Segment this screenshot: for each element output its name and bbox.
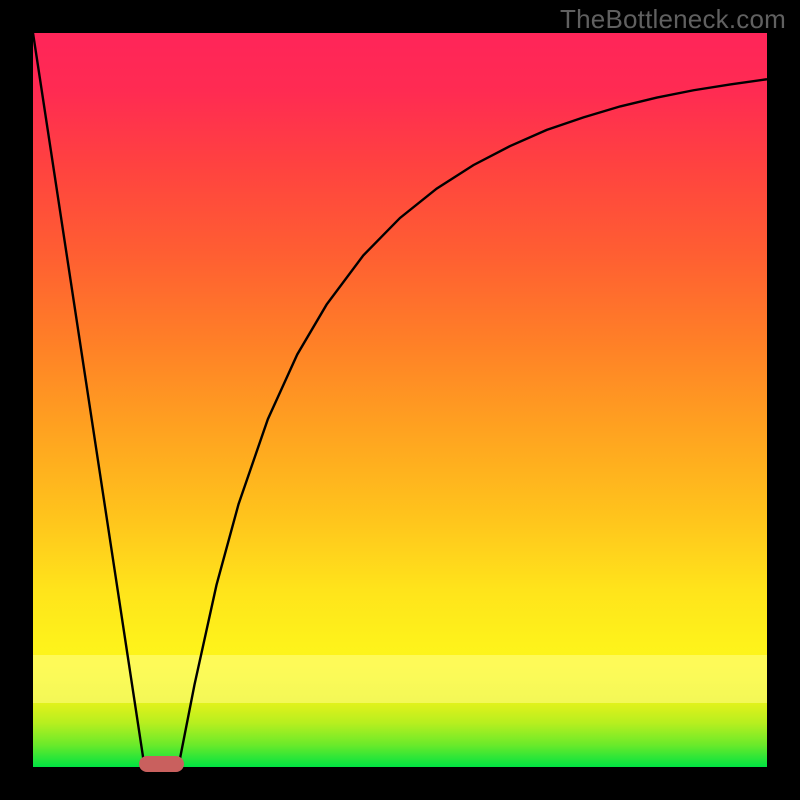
curve-svg <box>33 33 767 767</box>
series-left-linear <box>33 33 145 767</box>
series-right-curve <box>178 79 767 767</box>
chart-frame: TheBottleneck.com <box>0 0 800 800</box>
bottleneck-marker <box>139 756 185 772</box>
plot-area <box>33 33 767 767</box>
watermark-text: TheBottleneck.com <box>560 4 786 35</box>
